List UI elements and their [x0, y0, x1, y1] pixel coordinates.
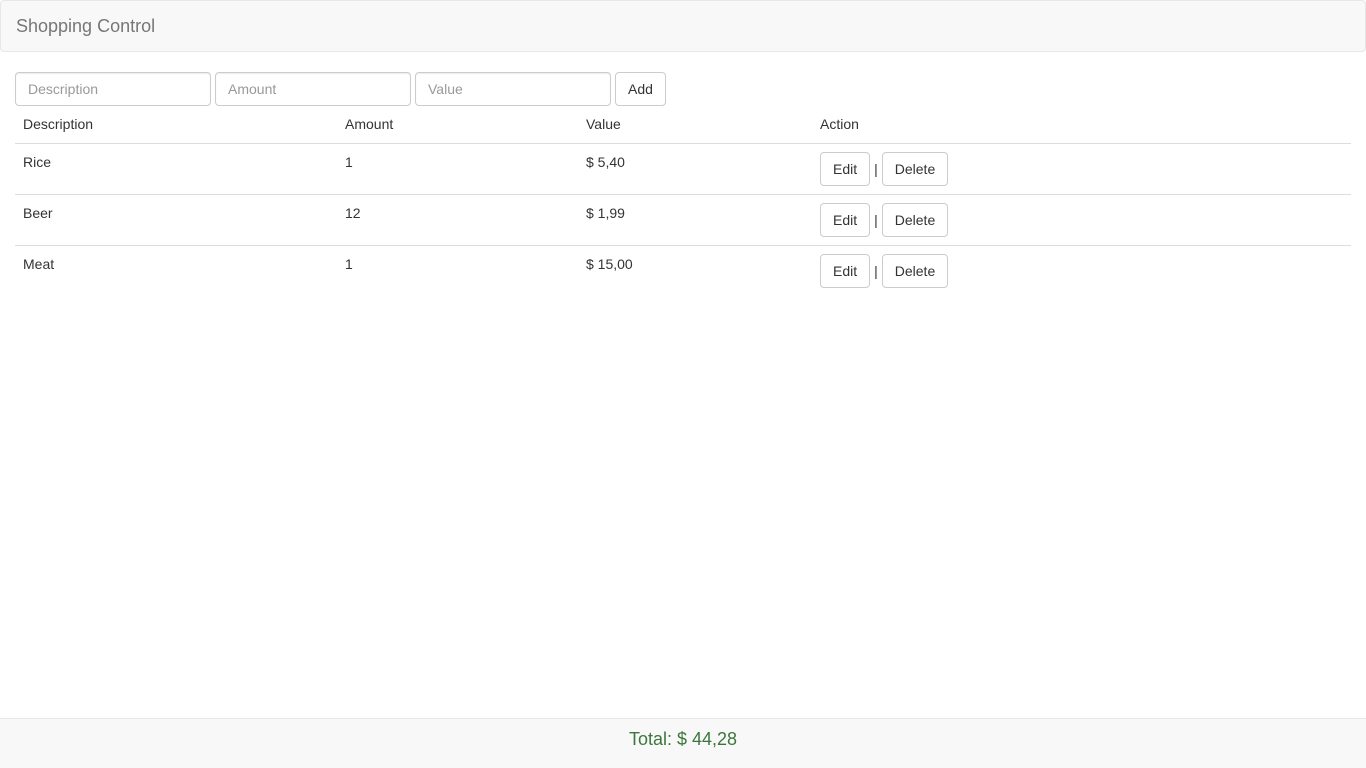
delete-button[interactable]: Delete	[881, 253, 949, 288]
navbar: Shopping Control	[0, 0, 1366, 52]
add-item-form: Add	[15, 72, 666, 106]
cell-action: Edit | Delete	[812, 143, 1351, 195]
value-input[interactable]	[415, 72, 611, 106]
table-row: Meat 1 $ 15,00 Edit | Delete	[15, 245, 1351, 296]
amount-input[interactable]	[215, 72, 411, 106]
cell-value: $ 1,99	[578, 194, 812, 246]
edit-button[interactable]: Edit	[820, 202, 871, 237]
cell-value: $ 15,00	[586, 255, 633, 272]
description-input[interactable]	[15, 72, 211, 106]
action-separator: |	[874, 211, 878, 228]
app-title[interactable]: Shopping Control	[16, 15, 155, 37]
delete-button[interactable]: Delete	[881, 151, 949, 186]
action-separator: |	[874, 160, 878, 177]
table-row: Rice 1 $ 5,40 Edit | Delete	[15, 143, 1351, 195]
cell-description: Meat	[23, 255, 55, 272]
column-header-value: Value	[578, 106, 812, 144]
cell-description: Beer	[15, 194, 337, 246]
table-header-row: Description Amount Value Action	[15, 106, 1351, 144]
total-amount: Total: $ 44,28	[628, 729, 738, 749]
column-header-action: Action	[812, 106, 1351, 144]
cell-value: $ 5,40	[578, 143, 812, 195]
action-separator: |	[874, 262, 878, 279]
cell-amount: 12	[337, 194, 578, 246]
edit-button[interactable]: Edit	[820, 151, 871, 186]
column-header-amount: Amount	[337, 106, 578, 144]
delete-button[interactable]: Delete	[881, 202, 949, 237]
edit-button[interactable]: Edit	[820, 253, 871, 288]
table-row: Beer 12 $ 1,99 Edit | Delete	[15, 194, 1351, 246]
cell-description: Rice	[15, 143, 337, 195]
cell-action: Edit | Delete	[812, 194, 1351, 246]
cell-action: Edit | Delete	[812, 245, 1351, 296]
add-button[interactable]: Add	[615, 72, 666, 106]
shopping-table: Description Amount Value Action Rice 1 $…	[15, 106, 1351, 296]
cell-amount: 1	[345, 255, 353, 272]
cell-amount: 1	[337, 143, 578, 195]
footer: Total: $ 44,28	[0, 718, 1366, 768]
column-header-description: Description	[15, 106, 337, 144]
